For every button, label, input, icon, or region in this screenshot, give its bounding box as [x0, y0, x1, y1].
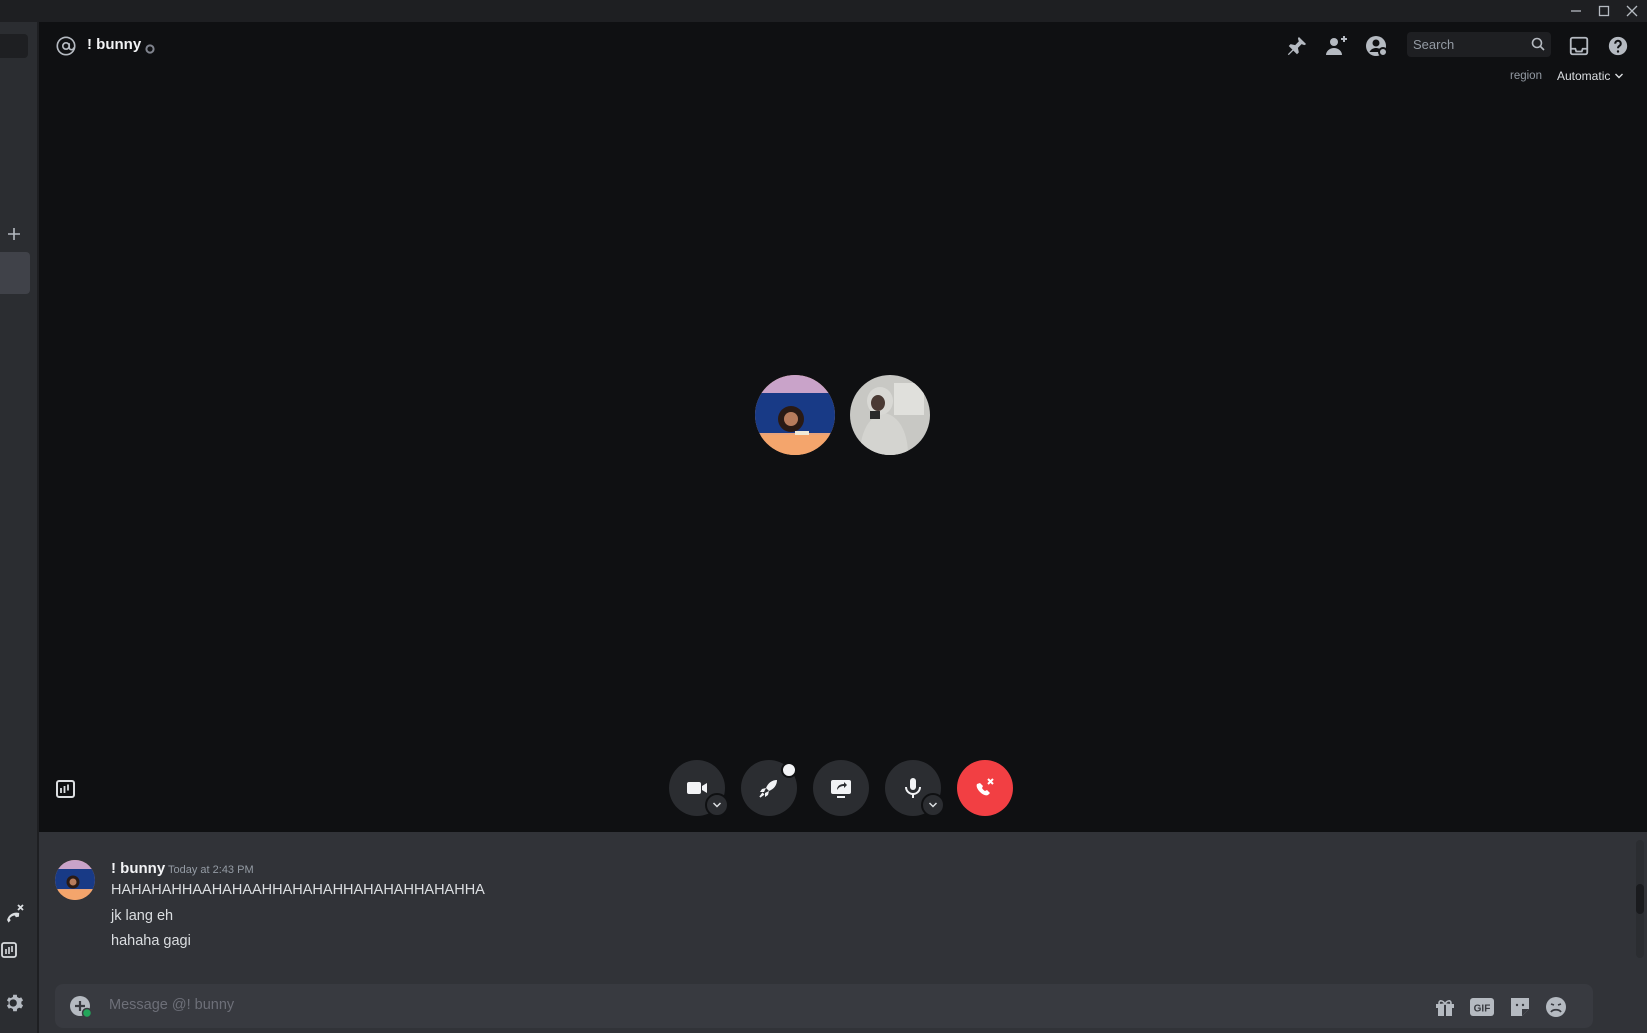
- participant-avatar-bunny[interactable]: [755, 375, 835, 455]
- message-line: HAHAHAHHAAHAHAAHHAHAHAHHAHAHAHHAHAHHA: [111, 882, 485, 898]
- user-profile-icon[interactable]: [1364, 34, 1388, 58]
- minimize-icon: [1571, 10, 1581, 12]
- add-friend-icon[interactable]: [1324, 34, 1348, 58]
- region-label: region: [1510, 70, 1542, 82]
- participant-avatar-self[interactable]: [850, 375, 930, 455]
- avatar[interactable]: [55, 860, 95, 900]
- search-placeholder: Search: [1413, 37, 1455, 52]
- maximize-icon: [1598, 5, 1610, 17]
- screen-share-icon: [831, 780, 851, 798]
- message-line: jk lang eh: [111, 908, 174, 924]
- message-author[interactable]: ! bunny: [111, 860, 165, 877]
- gear-icon[interactable]: [4, 992, 26, 1014]
- chat-panel: ! bunny Today at 2:43 PM HAHAHAHHAAHAHAA…: [39, 832, 1647, 1033]
- sidebar-search-box[interactable]: [0, 34, 28, 58]
- region-select[interactable]: Automatic: [1557, 67, 1624, 85]
- emoji-icon[interactable]: [1544, 995, 1568, 1019]
- scrollbar-thumb[interactable]: [1636, 884, 1644, 914]
- region-value: Automatic: [1557, 69, 1611, 83]
- scrollbar-track[interactable]: [1636, 840, 1644, 958]
- status-idle-icon: [145, 41, 155, 54]
- close-button[interactable]: [1618, 0, 1646, 22]
- message-composer[interactable]: Message @! bunny GIF: [55, 984, 1593, 1028]
- at-icon: [55, 35, 77, 57]
- chevron-down-icon: [712, 802, 722, 808]
- page-title: ! bunny: [87, 36, 142, 53]
- notification-dot: [781, 762, 797, 778]
- call-area: ! bunny Search region Automatic ! bunny …: [39, 22, 1647, 1033]
- chevron-down-icon: [928, 802, 938, 808]
- title-bar: [0, 0, 1647, 22]
- channel-header: ! bunny Search: [39, 22, 1647, 70]
- microphone-icon: [905, 778, 921, 798]
- chevron-down-icon: [1615, 73, 1624, 79]
- activity-rocket-icon: [759, 780, 777, 798]
- minimize-button[interactable]: [1562, 0, 1590, 22]
- svg-text:GIF: GIF: [1474, 1004, 1491, 1015]
- plus-icon[interactable]: [5, 225, 23, 243]
- help-icon[interactable]: [1606, 34, 1630, 58]
- hang-up-button[interactable]: [957, 760, 1013, 816]
- hang-up-icon: [976, 778, 994, 796]
- microphone-options-button[interactable]: [921, 793, 945, 817]
- camera-icon: [687, 782, 707, 794]
- activity-panel-icon[interactable]: [0, 940, 20, 960]
- disconnect-call-icon[interactable]: [2, 902, 26, 926]
- maximize-button[interactable]: [1590, 0, 1618, 22]
- gif-icon[interactable]: GIF: [1469, 996, 1495, 1018]
- search-input[interactable]: Search: [1407, 32, 1551, 57]
- close-icon: [1626, 5, 1638, 17]
- camera-options-button[interactable]: [705, 793, 729, 817]
- message-timestamp: Today at 2:43 PM: [168, 864, 254, 876]
- activity-panel-icon[interactable]: [55, 778, 77, 800]
- sidebar-item-selected[interactable]: [0, 252, 30, 294]
- sidebar-strip: [0, 22, 38, 1033]
- screen-share-button[interactable]: [813, 760, 869, 816]
- search-icon: [1531, 37, 1545, 51]
- gift-icon[interactable]: [1433, 995, 1457, 1019]
- inbox-icon[interactable]: [1567, 34, 1591, 58]
- attach-plus-icon[interactable]: [69, 995, 93, 1019]
- message-line: hahaha gagi: [111, 933, 191, 949]
- sticker-icon[interactable]: [1508, 995, 1532, 1019]
- message-input[interactable]: Message @! bunny: [109, 997, 234, 1013]
- pin-icon[interactable]: [1285, 34, 1309, 58]
